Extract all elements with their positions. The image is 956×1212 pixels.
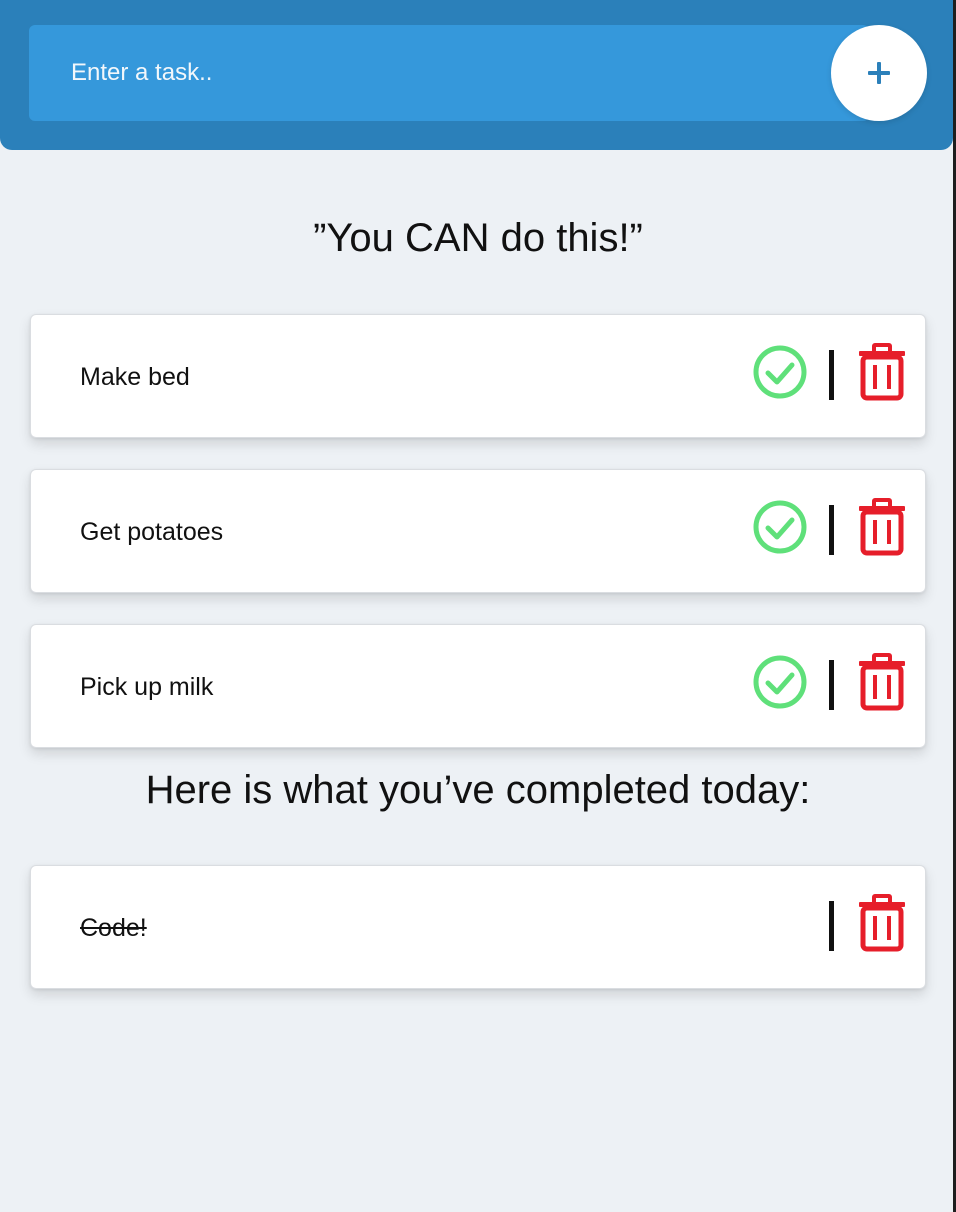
- completed-task-text: Code!: [80, 914, 147, 942]
- check-circle-icon: [753, 500, 807, 554]
- header-bar: [0, 0, 953, 150]
- task-card: Get potatoes: [30, 469, 926, 593]
- task-card: Pick up milk: [30, 624, 926, 748]
- delete-task-button[interactable]: [857, 653, 907, 711]
- action-divider: [829, 505, 834, 555]
- trash-icon: [859, 498, 905, 556]
- complete-task-button[interactable]: [751, 343, 809, 401]
- task-text: Make bed: [80, 363, 190, 391]
- action-divider: [829, 350, 834, 400]
- motivation-quote: ”You CAN do this!”: [313, 216, 643, 260]
- todo-app: ”You CAN do this!” Make bed Get potatoes: [0, 0, 956, 1212]
- action-divider: [829, 901, 834, 951]
- check-circle-icon: [753, 345, 807, 399]
- task-card: Make bed: [30, 314, 926, 438]
- task-text: Get potatoes: [80, 518, 224, 546]
- trash-icon: [859, 343, 905, 401]
- plus-icon: [868, 62, 890, 84]
- complete-task-button[interactable]: [751, 653, 809, 711]
- delete-task-button[interactable]: [857, 343, 907, 401]
- trash-icon: [859, 894, 905, 952]
- completed-heading: Here is what you’ve completed today:: [145, 768, 811, 812]
- add-task-button[interactable]: [831, 25, 927, 121]
- delete-task-button[interactable]: [857, 498, 907, 556]
- task-input[interactable]: [29, 25, 869, 121]
- delete-task-button[interactable]: [857, 894, 907, 952]
- trash-icon: [859, 653, 905, 711]
- check-circle-icon: [753, 655, 807, 709]
- action-divider: [829, 660, 834, 710]
- completed-task-card: Code!: [30, 865, 926, 989]
- task-text: Pick up milk: [80, 673, 214, 701]
- complete-task-button[interactable]: [751, 498, 809, 556]
